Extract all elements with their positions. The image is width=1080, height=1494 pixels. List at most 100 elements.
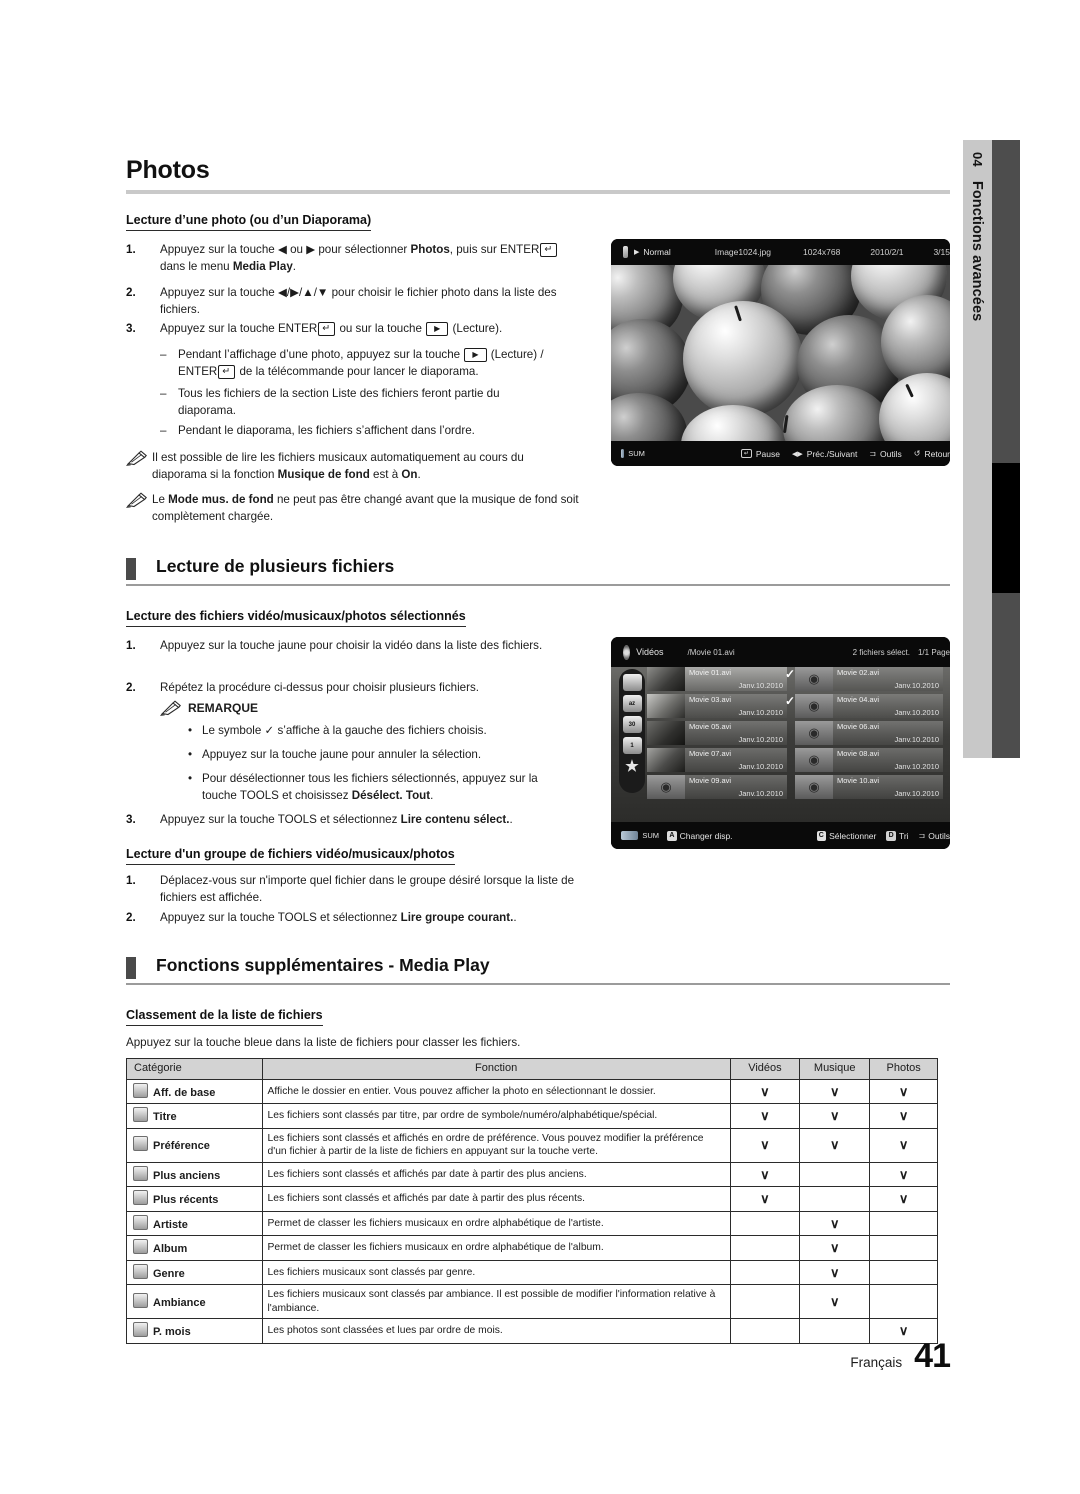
file-meta: Movie 10.avi Janv.10.2010 <box>833 775 943 799</box>
step-text: Appuyez sur la touche TOOLS et sélection… <box>160 911 517 924</box>
thumbnail <box>647 721 685 745</box>
tools-icon[interactable]: ⊐ <box>869 449 876 458</box>
dash-text: Pendant l’affichage d’une photo, appuyez… <box>178 348 544 379</box>
button-d-icon[interactable]: D <box>886 830 896 841</box>
chapter-tab: 04 Fonctions avancées <box>963 140 992 758</box>
photo-counter: 3/15 <box>933 247 950 257</box>
title-sort-icon[interactable]: az <box>622 695 642 712</box>
outils-label[interactable]: Outils <box>928 831 950 841</box>
heading-lecture-photo: Lecture d’une photo (ou d’un Diaporama) <box>126 213 372 231</box>
selectionner-label[interactable]: Sélectionner <box>829 831 876 841</box>
file-meta: Movie 06.avi Janv.10.2010 <box>833 721 943 745</box>
heading-text: Lecture de plusieurs fichiers <box>156 556 395 576</box>
thumbnail: ◉ <box>647 775 685 799</box>
favorite-star-icon[interactable]: ★ <box>623 758 642 775</box>
cell-category: Genre <box>126 1259 263 1285</box>
photo-mode-label: Normal <box>643 247 671 257</box>
list-item[interactable]: Movie 01.avi Janv.10.2010 <box>647 667 787 693</box>
photo-date: 2010/2/1 <box>870 247 904 257</box>
dash-marker: – <box>160 424 167 437</box>
table-row: Préférence Les fichiers sont classés et … <box>126 1127 938 1163</box>
video-reel-icon <box>623 644 631 660</box>
step-number: 3. <box>126 322 136 335</box>
newest-icon[interactable]: 1 <box>622 737 642 754</box>
bullet-text: Pour désélectionner tous les fichiers sé… <box>202 772 538 802</box>
step-number: 2. <box>126 286 136 299</box>
list-item[interactable]: ◉ Movie 10.avi Janv.10.2010 <box>795 775 943 801</box>
file-meta: Movie 03.avi Janv.10.2010 <box>685 694 787 718</box>
cell-musique: ∨ <box>799 1259 871 1285</box>
file-meta: Movie 07.avi Janv.10.2010 <box>685 748 787 772</box>
table-row: Genre Les fichiers musicaux sont classés… <box>126 1259 938 1285</box>
cell-photos: ∨ <box>869 1161 938 1187</box>
cell-videos: ∨ <box>729 1078 801 1104</box>
cell-videos: ∨ <box>729 1103 801 1129</box>
cell-photos: ∨ <box>869 1127 938 1163</box>
selected-check-icon: ✓ <box>785 694 796 708</box>
file-meta: Movie 04.avi Janv.10.2010 <box>833 694 943 718</box>
return-icon[interactable]: ↺ <box>914 449 921 458</box>
video-list-topbar: Vidéos /Movie 01.avi 2 fichiers sélect. … <box>611 637 950 667</box>
cell-videos: ∨ <box>729 1186 801 1212</box>
cell-fonction: Permet de classer les fichiers musicaux … <box>261 1210 731 1236</box>
video-list-page: 1/1 Page <box>917 647 950 657</box>
file-date: Janv.10.2010 <box>738 681 783 690</box>
left-right-icon[interactable]: ◀▶ <box>792 450 803 458</box>
changer-disp-label[interactable]: Changer disp. <box>680 831 733 841</box>
table-row: Artiste Permet de classer les fichiers m… <box>126 1210 938 1236</box>
file-date: Janv.10.2010 <box>894 735 939 744</box>
photo-mode-icon <box>623 246 628 258</box>
folder-icon[interactable] <box>622 674 642 691</box>
list-item[interactable]: Movie 07.avi Janv.10.2010 <box>647 748 787 774</box>
list-item[interactable]: ◉ Movie 09.avi Janv.10.2010 <box>647 775 787 801</box>
enter-key-icon[interactable]: ↵ <box>740 449 752 458</box>
table-row: Titre Les fichiers sont classés par titr… <box>126 1103 938 1129</box>
cell-fonction: Les fichiers sont classés par titre, par… <box>261 1103 731 1129</box>
button-a-icon[interactable]: A <box>667 830 677 841</box>
title-icon <box>133 1107 148 1122</box>
button-c-icon[interactable]: C <box>816 830 827 841</box>
footer-language: Français <box>850 1355 903 1370</box>
tri-label[interactable]: Tri <box>899 831 909 841</box>
return-label[interactable]: Retour <box>924 449 950 459</box>
list-item[interactable]: ◉ Movie 06.avi Janv.10.2010 <box>795 721 943 747</box>
col-header-musique: Musique <box>799 1058 871 1080</box>
cell-category: Préférence <box>126 1127 263 1163</box>
col-header-fonction: Fonction <box>261 1058 731 1080</box>
photo-viewer-bottombar: SUM ↵ Pause ◀▶ Préc./Suivant ⊐ Outils ↺ … <box>611 441 950 466</box>
step-number: 1. <box>126 874 136 887</box>
col-header-videos: Vidéos <box>729 1058 801 1080</box>
photo-filename: Image1024.jpg <box>714 247 772 257</box>
list-item[interactable]: ◉ Movie 08.avi Janv.10.2010 <box>795 748 943 774</box>
note-text: Il est possible de lire les fichiers mus… <box>152 451 524 481</box>
sum-icon <box>621 449 625 458</box>
table-row: Plus récents Les fichiers sont classés e… <box>126 1186 938 1212</box>
file-date: Janv.10.2010 <box>738 735 783 744</box>
tools-label[interactable]: Outils <box>880 449 902 459</box>
step-text: Appuyez sur la touche TOOLS et sélection… <box>160 813 513 826</box>
tools-icon[interactable]: ⊐ <box>919 831 926 840</box>
cell-fonction: Les fichiers musicaux sont classés par a… <box>261 1284 731 1319</box>
sort-rail[interactable]: az 30 1 ★ <box>619 669 645 793</box>
list-item[interactable]: ✓ ◉ Movie 04.avi Janv.10.2010 <box>785 694 943 720</box>
file-name: Movie 04.avi <box>837 695 880 704</box>
file-date: Janv.10.2010 <box>894 681 939 690</box>
file-meta: Movie 01.avi Janv.10.2010 <box>685 667 787 691</box>
cell-videos <box>729 1210 801 1236</box>
heading-rule <box>126 584 950 586</box>
oldest-icon[interactable]: 30 <box>622 716 642 733</box>
step-text: Répétez la procédure ci-dessus pour choi… <box>160 681 479 694</box>
calendar-1-icon <box>133 1190 148 1205</box>
prev-next-label[interactable]: Préc./Suivant <box>807 449 858 459</box>
heading-classement: Classement de la liste de fichiers <box>126 1008 323 1026</box>
cell-category: Artiste <box>126 1210 263 1236</box>
selected-check-icon: ✓ <box>785 667 796 681</box>
title-rule <box>126 190 950 194</box>
list-item[interactable]: ✓ ◉ Movie 02.avi Janv.10.2010 <box>785 667 943 693</box>
file-date: Janv.10.2010 <box>894 708 939 717</box>
pause-label[interactable]: Pause <box>756 449 780 459</box>
list-item[interactable]: Movie 03.avi Janv.10.2010 <box>647 694 787 720</box>
list-item[interactable]: Movie 05.avi Janv.10.2010 <box>647 721 787 747</box>
file-date: Janv.10.2010 <box>894 789 939 798</box>
file-name: Movie 07.avi <box>689 749 732 758</box>
